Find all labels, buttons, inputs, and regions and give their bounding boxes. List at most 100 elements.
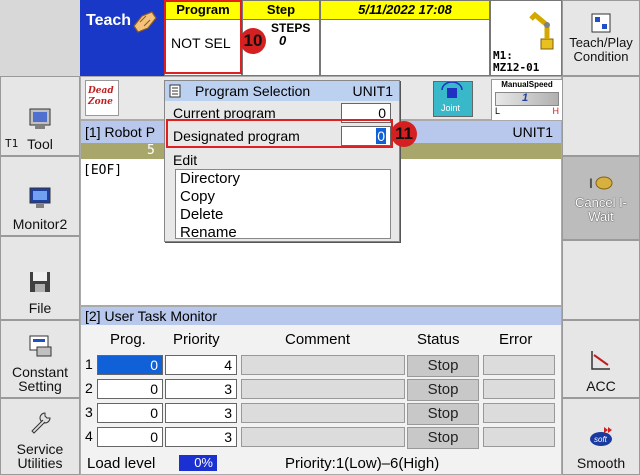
speed-scale-l: L	[495, 106, 501, 116]
acc-button[interactable]: ACC	[562, 320, 640, 398]
task-comment-field	[241, 379, 405, 399]
task-comment-field	[241, 355, 405, 375]
manual-speed-bar: 1	[495, 92, 559, 106]
file-label: File	[28, 300, 52, 316]
monitor2-label: Monitor2	[12, 216, 68, 232]
col-status: Status	[417, 331, 460, 348]
floppy-disk-icon	[30, 272, 50, 292]
edit-item-delete[interactable]: Delete	[180, 206, 390, 224]
teach-play-label: Teach/Play Condition	[569, 35, 633, 64]
task-prog-field[interactable]: 0	[97, 427, 163, 447]
edit-item-copy[interactable]: Copy	[180, 188, 390, 206]
col-comment: Comment	[285, 331, 351, 348]
task-priority-field[interactable]: 3	[165, 427, 237, 447]
annotation-badge-10: 10	[240, 28, 266, 54]
svg-text:soft: soft	[594, 435, 608, 444]
cancel-iwait-button[interactable]: I Cancel I-Wait	[562, 156, 640, 240]
step-number: 0	[279, 33, 287, 48]
speed-scale-h: H	[552, 106, 560, 116]
row-num: 1	[85, 356, 93, 372]
cancel-iwait-icon: I	[589, 175, 613, 191]
dialog-unit: UNIT1	[352, 83, 393, 99]
col-prog: Prog.	[110, 331, 146, 348]
service-utilities-label: Service Utilities	[16, 441, 64, 471]
hand-icon	[133, 11, 157, 33]
edit-label: Edit	[173, 152, 198, 168]
teach-label: Teach	[86, 12, 132, 29]
step-value: STEPS	[271, 21, 311, 35]
task-error-field	[483, 427, 555, 447]
priority-note: Priority:1(Low)–6(High)	[285, 455, 440, 472]
row-num: 2	[85, 380, 93, 396]
annotation-badge-11: 11	[391, 121, 417, 147]
dead-zone-indicator: Dead Zone	[85, 80, 119, 116]
mode-line2: MZ12-01	[493, 61, 540, 74]
tool-icon	[29, 108, 51, 129]
robot-mode-cell: M1: MZ12-01	[490, 0, 562, 76]
right-blank-2	[562, 240, 640, 320]
joint-indicator[interactable]: Joint	[433, 81, 473, 117]
constant-setting-button[interactable]: Constant Setting	[0, 320, 80, 398]
acc-label: ACC	[586, 378, 616, 394]
edit-list[interactable]: Directory Copy Delete Rename	[175, 169, 391, 239]
task-status: Stop	[407, 379, 479, 401]
file-button[interactable]: File	[0, 236, 80, 320]
smooth-label: Smooth	[576, 455, 626, 471]
program-selection-dialog[interactable]: Program Selection UNIT1 Current program …	[164, 80, 400, 242]
task-comment-field	[241, 427, 405, 447]
task-prog-field[interactable]: 0	[97, 355, 163, 375]
robot-panel-unit: UNIT1	[512, 124, 553, 140]
dialog-title: Program Selection	[195, 83, 311, 99]
task-prog-field[interactable]: 0	[97, 403, 163, 423]
constant-setting-label: Constant Setting	[11, 364, 69, 394]
teach-play-icon	[591, 13, 611, 33]
task-error-field	[483, 379, 555, 399]
load-level-label: Load level	[87, 455, 156, 472]
user-task-monitor: [2] User Task Monitor Prog. Priority Com…	[80, 306, 562, 475]
tool-label: Tool	[27, 136, 53, 152]
right-blank-1	[562, 76, 640, 156]
task-monitor-title: [2] User Task Monitor	[81, 307, 561, 325]
edit-item-directory[interactable]: Directory	[180, 170, 390, 188]
wrench-icon	[31, 412, 51, 434]
step-label: Step	[243, 1, 319, 20]
task-priority-field[interactable]: 3	[165, 379, 237, 399]
task-status: Stop	[407, 403, 479, 425]
task-status: Stop	[407, 427, 479, 449]
program-highlight-box	[164, 0, 242, 74]
dialog-title-bar: Program Selection UNIT1	[165, 81, 399, 101]
cancel-iwait-label: Cancel I-Wait	[574, 195, 628, 224]
robot-panel-title: [1] Robot P	[85, 124, 156, 140]
datetime-label: 5/11/2022 17:08	[321, 1, 489, 20]
row-num: 4	[85, 428, 93, 444]
teach-play-condition-button[interactable]: Teach/Play Condition	[562, 0, 640, 76]
designated-program-highlight-box	[166, 119, 393, 148]
tool-sub: T1	[5, 137, 19, 150]
task-priority-field[interactable]: 3	[165, 403, 237, 423]
load-level-bar: 0%	[179, 455, 217, 471]
robot-arm-icon	[529, 11, 554, 50]
service-utilities-button[interactable]: Service Utilities	[0, 398, 80, 475]
monitor-icon	[29, 187, 51, 208]
task-status: Stop	[407, 355, 479, 377]
edit-item-rename[interactable]: Rename	[180, 224, 390, 238]
smooth-button[interactable]: soft Smooth	[562, 398, 640, 475]
col-priority: Priority	[173, 331, 220, 348]
col-error: Error	[499, 331, 533, 348]
soft-icon: soft	[590, 427, 612, 446]
manual-speed-value: 1	[522, 92, 529, 104]
teach-button[interactable]: Teach	[80, 0, 164, 76]
task-prog-field[interactable]: 0	[97, 379, 163, 399]
row-num: 3	[85, 404, 93, 420]
svg-text:I: I	[589, 175, 593, 191]
constant-setting-icon	[29, 335, 52, 357]
task-priority-field[interactable]: 4	[165, 355, 237, 375]
tool-button[interactable]: Tool T1	[0, 76, 80, 156]
monitor2-button[interactable]: Monitor2	[0, 156, 80, 236]
acc-icon	[591, 351, 610, 370]
document-icon	[169, 84, 181, 98]
task-comment-field	[241, 403, 405, 423]
manual-speed-panel[interactable]: ManualSpeed 1 L H	[491, 79, 563, 121]
datetime-cell: 5/11/2022 17:08	[320, 0, 490, 76]
task-error-field	[483, 355, 555, 375]
